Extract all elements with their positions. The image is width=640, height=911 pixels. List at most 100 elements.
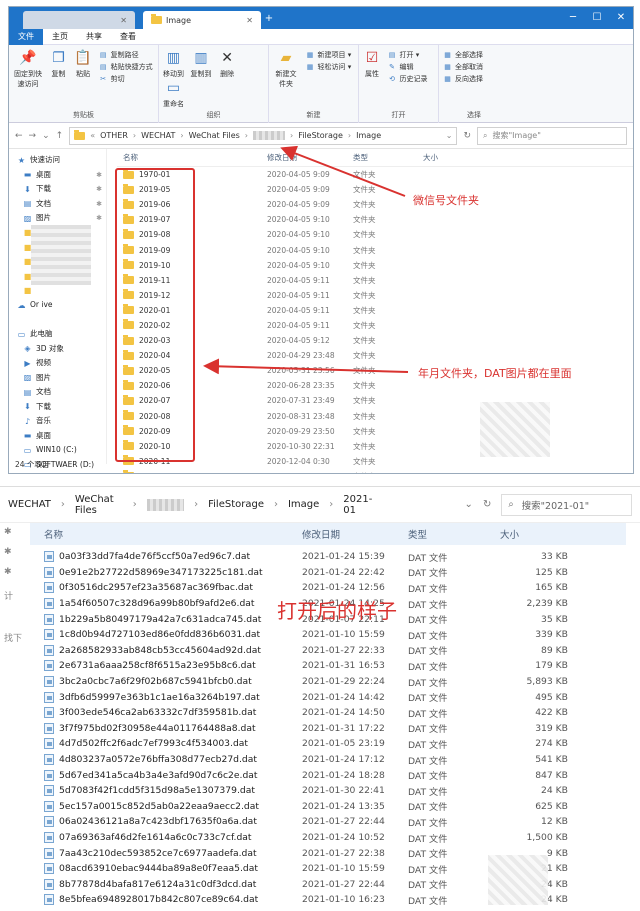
file-name-cell: 1b229a5b80497179a42a7c631adca745.dat xyxy=(30,613,302,625)
file-size: 847 KB xyxy=(535,769,568,781)
address-row-2: WECHAT › WeChat Files › › FileStorage › Ima… xyxy=(0,487,640,523)
col-name[interactable]: 名称 xyxy=(30,527,302,541)
file-type: DAT 文件 xyxy=(408,599,448,611)
file-date: 2021-01-24 17:12 xyxy=(302,754,385,766)
file-type: DAT 文件 xyxy=(408,739,448,751)
file-row[interactable]: 1c8d0b94d727103ed86e0fdd836b6031.dat 2021… xyxy=(30,627,568,643)
dat-file-icon xyxy=(44,863,54,875)
file-type: DAT 文件 xyxy=(408,755,448,767)
dat-file-icon xyxy=(44,691,54,703)
file-name-cell: 1a54f60507c328d96a99b80bf9afd2e6.dat xyxy=(30,598,302,610)
arrow-to-account-folder xyxy=(280,145,406,197)
file-size: 165 KB xyxy=(535,582,568,594)
file-row[interactable]: 5d67ed341a5ca4b3a4e3afd90d7c6c2e.dat 2021… xyxy=(30,767,568,783)
file-type: DAT 文件 xyxy=(408,646,448,658)
file-size: 422 KB xyxy=(535,707,568,719)
file-row[interactable]: 3dfb6d59997e363b1c1ae16a3264b197.dat 2021… xyxy=(30,689,568,705)
file-type: DAT 文件 xyxy=(408,677,448,689)
chevron-right-icon: › xyxy=(60,499,65,510)
file-row[interactable]: 2e6731a6aaa258cf8f6515a23e95b8c6.dat 2021… xyxy=(30,658,568,674)
dat-file-icon xyxy=(44,660,54,672)
file-name: 5d67ed341a5ca4b3a4e3afd90d7c6c2e.dat xyxy=(59,769,258,781)
file-name-cell: 0e91e2b27722d58969e347173225c181.dat xyxy=(30,566,302,578)
file-date: 2021-01-24 22:42 xyxy=(302,566,385,578)
refresh-icon[interactable]: ↻ xyxy=(483,499,491,510)
dat-file-icon xyxy=(44,598,54,610)
file-name: 0e91e2b27722d58969e347173225c181.dat xyxy=(59,566,263,578)
file-row[interactable]: 5ec157a0015c852d5ab0a22eaa9aecc2.dat 2021… xyxy=(30,799,568,815)
dat-file-icon xyxy=(44,800,54,812)
dat-file-icon xyxy=(44,847,54,859)
file-type: DAT 文件 xyxy=(408,771,448,783)
col-date[interactable]: 修改日期 xyxy=(302,527,408,541)
file-name: 2e6731a6aaa258cf8f6515a23e95b8c6.dat xyxy=(59,660,256,672)
file-row[interactable]: 0a03f33dd7fa4de76f5ccf50a7ed96c7.dat 2021… xyxy=(30,549,568,565)
file-name: 3f003ede546ca2ab63332c7df359581b.dat xyxy=(59,707,257,719)
file-type: DAT 文件 xyxy=(408,895,448,907)
file-date: 2021-01-24 15:39 xyxy=(302,551,385,563)
pin-icon: ✱ xyxy=(4,567,12,577)
file-row[interactable]: 4d7d502ffc2f6adc7ef7993c4f534003.dat 2021… xyxy=(30,736,568,752)
nav-pane-edge: ✱ ✱ ✱ 计 找下 xyxy=(0,523,24,911)
dat-file-icon xyxy=(44,769,54,781)
col-size[interactable]: 大小 xyxy=(500,527,568,541)
file-name: 5d7083f42f1cdd5f315d98a5e1307379.dat xyxy=(59,785,255,797)
file-size: 5,893 KB xyxy=(526,676,568,688)
file-name: 3f7f975bd02f30958e44a011764488a8.dat xyxy=(59,722,256,734)
file-row[interactable]: 3f003ede546ca2ab63332c7df359581b.dat 2021… xyxy=(30,705,568,721)
file-row[interactable]: 3bc2a0cbc7a6f29f02b687c5941bfcb0.dat 2021… xyxy=(30,674,568,690)
file-name: 1a54f60507c328d96a99b80bf9afd2e6.dat xyxy=(59,598,255,610)
chevron-down-icon[interactable]: ⌄ xyxy=(465,499,473,510)
file-name: 0a03f33dd7fa4de76f5ccf50a7ed96c7.dat xyxy=(59,551,251,563)
dat-file-icon xyxy=(44,894,54,906)
search-input[interactable]: ⌕ 搜索"2021-01" xyxy=(501,493,632,516)
file-size: 125 KB xyxy=(535,566,568,578)
file-date: 2021-01-24 18:28 xyxy=(302,769,385,781)
dat-file-icon xyxy=(44,738,54,750)
file-row[interactable]: 4d803237a0572e76bffa308d77ecb27d.dat 2021… xyxy=(30,752,568,768)
file-date: 2021-01-31 17:22 xyxy=(302,722,385,734)
file-name-cell: 5d67ed341a5ca4b3a4e3afd90d7c6c2e.dat xyxy=(30,769,302,781)
breadcrumb-item[interactable]: Image xyxy=(288,499,319,510)
search-placeholder: 搜索"2021-01" xyxy=(521,500,590,512)
file-type: DAT 文件 xyxy=(408,661,448,673)
file-date: 2021-01-10 15:59 xyxy=(302,629,385,641)
nav-fragment: 计 xyxy=(4,592,14,602)
file-name: 4d803237a0572e76bffa308d77ecb27d.dat xyxy=(59,754,257,766)
dat-file-icon xyxy=(44,878,54,890)
file-name-cell: 8e5bfea6948928017b842c807ce89c64.dat xyxy=(30,894,302,906)
file-row[interactable]: 06a02436121a8a7c423dbf17635f0a6a.dat 2021… xyxy=(30,814,568,830)
breadcrumb-item[interactable]: 2021-01 xyxy=(343,494,374,516)
chevron-right-icon: › xyxy=(132,499,137,510)
blurred-account-name[interactable] xyxy=(146,498,185,511)
breadcrumb-item[interactable]: WECHAT xyxy=(8,499,51,510)
file-row[interactable]: 0e91e2b27722d58969e347173225c181.dat 2021… xyxy=(30,565,568,581)
file-name-cell: 1c8d0b94d727103ed86e0fdd836b6031.dat xyxy=(30,629,302,641)
dat-file-icon xyxy=(44,676,54,688)
file-row[interactable]: 2a268582933ab848cb53cc45604ad92d.dat 2021… xyxy=(30,643,568,659)
file-name: 8b77878d4bafa817e6124a31c0df3dcd.dat xyxy=(59,878,257,890)
pin-icon: ✱ xyxy=(4,527,12,537)
file-name: 0f30516dc2957ef23a35687ac369fbac.dat xyxy=(59,582,253,594)
breadcrumb-item[interactable]: WeChat Files xyxy=(75,494,123,516)
file-row[interactable]: 3f7f975bd02f30958e44a011764488a8.dat 2021… xyxy=(30,721,568,737)
file-date: 2021-01-27 22:38 xyxy=(302,847,385,859)
file-size: 1,500 KB xyxy=(526,832,568,844)
file-date: 2021-01-29 22:24 xyxy=(302,676,385,688)
file-name-cell: 4d803237a0572e76bffa308d77ecb27d.dat xyxy=(30,754,302,766)
file-row[interactable]: 0f30516dc2957ef23a35687ac369fbac.dat 2021… xyxy=(30,580,568,596)
file-name: 07a69363af46d2fe1614a6c0c733c7cf.dat xyxy=(59,832,252,844)
file-name: 8e5bfea6948928017b842c807ce89c64.dat xyxy=(59,894,259,906)
file-row[interactable]: 07a69363af46d2fe1614a6c0c733c7cf.dat 2021… xyxy=(30,830,568,846)
file-size: 2,239 KB xyxy=(526,598,568,610)
file-date: 2021-01-31 16:53 xyxy=(302,660,385,672)
file-size: 319 KB xyxy=(535,722,568,734)
file-name-cell: 2a268582933ab848cb53cc45604ad92d.dat xyxy=(30,644,302,656)
file-date: 2021-01-24 12:56 xyxy=(302,582,385,594)
breadcrumb-item[interactable]: FileStorage xyxy=(208,499,264,510)
pin-icon: ✱ xyxy=(4,547,12,557)
dat-file-icon xyxy=(44,566,54,578)
col-type[interactable]: 类型 xyxy=(408,527,500,541)
file-type: DAT 文件 xyxy=(408,864,448,876)
file-row[interactable]: 5d7083f42f1cdd5f315d98a5e1307379.dat 2021… xyxy=(30,783,568,799)
